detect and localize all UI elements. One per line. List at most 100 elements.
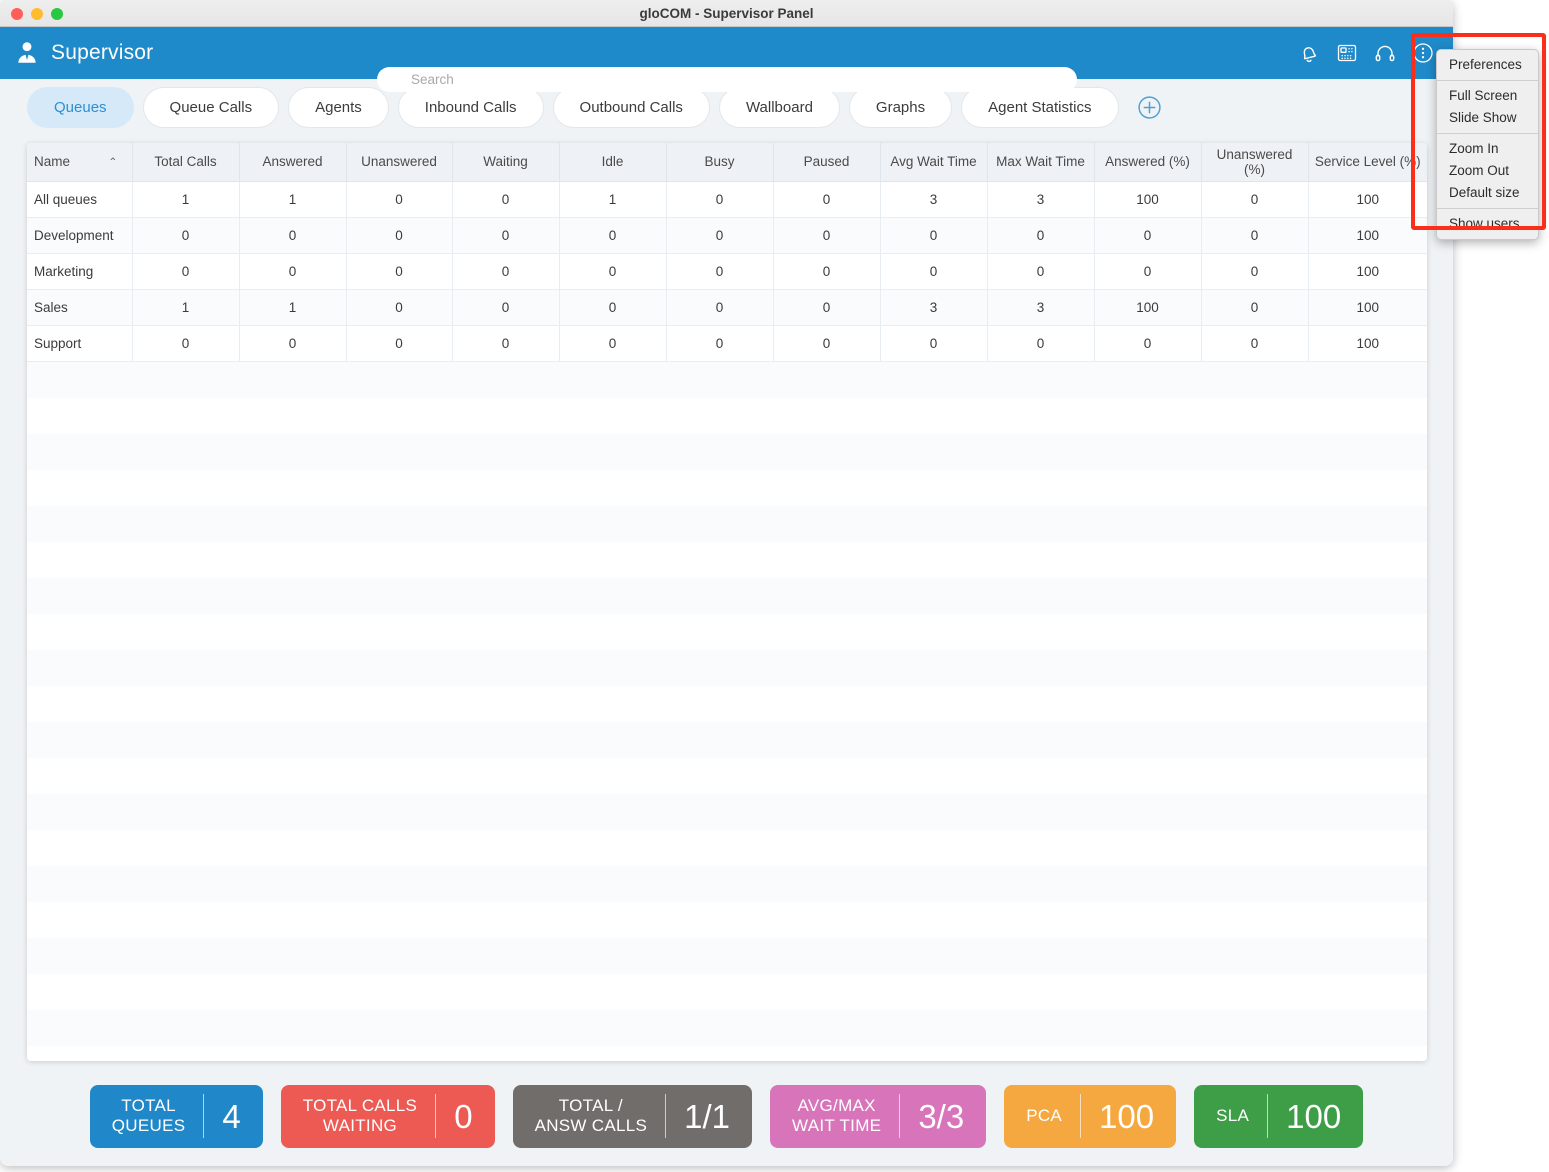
table-header-row: Name ⌃ Total Calls Answered Unanswered W… xyxy=(27,143,1427,182)
cell-busy: 0 xyxy=(666,217,774,254)
bell-icon[interactable] xyxy=(1297,41,1321,65)
menu-group-display: Full Screen Slide Show xyxy=(1437,83,1538,131)
app-header: Supervisor xyxy=(0,27,1453,92)
menu-separator xyxy=(1437,80,1538,81)
metric-avg-max-wait-time[interactable]: AVG/MAX WAIT TIME 3/3 xyxy=(770,1084,987,1148)
column-label: Answered xyxy=(262,154,323,170)
tab-queue-calls[interactable]: Queue Calls xyxy=(142,86,280,128)
table-row[interactable]: All queues 1 1 0 0 1 0 0 3 3 100 0 100 xyxy=(27,181,1427,218)
desk-phone-icon[interactable] xyxy=(1335,41,1359,65)
cell-waiting: 0 xyxy=(452,253,560,290)
metric-pca[interactable]: PCA 100 xyxy=(1004,1084,1177,1148)
cell-service-level-pct: 100 xyxy=(1308,217,1427,254)
tab-graphs[interactable]: Graphs xyxy=(848,86,953,128)
application-window: gloCOM - Supervisor Panel Supervisor Sea… xyxy=(0,0,1453,1166)
cell-unanswered-pct: 0 xyxy=(1201,253,1309,290)
metric-label: TOTAL QUEUES xyxy=(111,1096,186,1135)
cell-unanswered-pct: 0 xyxy=(1201,289,1309,326)
search-input[interactable] xyxy=(377,67,1077,92)
menu-item-show-users[interactable]: Show users xyxy=(1437,213,1538,235)
cell-answered: 0 xyxy=(239,253,347,290)
queues-table-container[interactable]: Name ⌃ Total Calls Answered Unanswered W… xyxy=(27,143,1427,1061)
column-header-total-calls[interactable]: Total Calls xyxy=(132,143,240,182)
column-label: Unanswered xyxy=(361,154,437,170)
column-header-idle[interactable]: Idle xyxy=(559,143,667,182)
cell-max-wait-time: 3 xyxy=(987,181,1095,218)
column-header-paused[interactable]: Paused xyxy=(773,143,881,182)
menu-item-default-size[interactable]: Default size xyxy=(1437,182,1538,204)
metric-total-answ-calls[interactable]: TOTAL / ANSW CALLS 1/1 xyxy=(512,1084,753,1148)
table-empty-row xyxy=(27,613,1427,650)
menu-item-zoom-in[interactable]: Zoom In xyxy=(1437,138,1538,160)
table-row[interactable]: Support 0 0 0 0 0 0 0 0 0 0 0 100 xyxy=(27,325,1427,362)
table-empty-row xyxy=(27,505,1427,542)
tab-outbound-calls[interactable]: Outbound Calls xyxy=(552,86,710,128)
metric-total-calls-waiting[interactable]: TOTAL CALLS WAITING 0 xyxy=(280,1084,495,1148)
headset-icon[interactable] xyxy=(1373,41,1397,65)
column-header-name[interactable]: Name ⌃ xyxy=(27,143,133,182)
menu-item-zoom-out[interactable]: Zoom Out xyxy=(1437,160,1538,182)
column-header-answered[interactable]: Answered xyxy=(239,143,347,182)
cell-avg-wait-time: 3 xyxy=(880,289,988,326)
column-header-service-level-pct[interactable]: Service Level (%) xyxy=(1308,143,1427,182)
column-header-unanswered[interactable]: Unanswered xyxy=(346,143,453,182)
table-empty-row xyxy=(27,361,1427,398)
table-empty-row xyxy=(27,757,1427,794)
metric-value: 0 xyxy=(454,1097,473,1135)
cell-service-level-pct: 100 xyxy=(1308,325,1427,362)
window-titlebar: gloCOM - Supervisor Panel xyxy=(0,0,1453,27)
menu-item-full-screen[interactable]: Full Screen xyxy=(1437,85,1538,107)
menu-item-slide-show[interactable]: Slide Show xyxy=(1437,107,1538,129)
cell-total-calls: 1 xyxy=(132,289,240,326)
more-options-icon[interactable] xyxy=(1411,41,1435,65)
table-empty-rows xyxy=(27,361,1427,1061)
menu-item-preferences[interactable]: Preferences xyxy=(1437,54,1538,76)
plus-circle-icon[interactable] xyxy=(1137,95,1162,120)
cell-waiting: 0 xyxy=(452,289,560,326)
options-dropdown-menu[interactable]: Preferences Full Screen Slide Show Zoom … xyxy=(1436,49,1539,240)
tab-wallboard[interactable]: Wallboard xyxy=(718,86,840,128)
cell-idle: 0 xyxy=(559,289,667,326)
table-empty-row xyxy=(27,793,1427,830)
table-row[interactable]: Marketing 0 0 0 0 0 0 0 0 0 0 0 100 xyxy=(27,253,1427,290)
table-empty-row xyxy=(27,541,1427,578)
cell-total-calls: 1 xyxy=(132,181,240,218)
app-title: Supervisor xyxy=(51,41,154,64)
table-row[interactable]: Development 0 0 0 0 0 0 0 0 0 0 0 100 xyxy=(27,217,1427,254)
cell-avg-wait-time: 0 xyxy=(880,253,988,290)
search-container[interactable] xyxy=(377,67,1077,92)
tab-label: Queues xyxy=(54,98,107,116)
tab-agent-statistics[interactable]: Agent Statistics xyxy=(961,86,1119,128)
column-header-unanswered-pct[interactable]: Unanswered (%) xyxy=(1201,143,1309,182)
cell-paused: 0 xyxy=(773,289,881,326)
tab-label: Agent Statistics xyxy=(988,98,1092,116)
column-header-waiting[interactable]: Waiting xyxy=(452,143,560,182)
column-label: Answered (%) xyxy=(1105,154,1190,170)
cell-unanswered-pct: 0 xyxy=(1201,181,1309,218)
column-header-max-wait-time[interactable]: Max Wait Time xyxy=(987,143,1095,182)
cell-answered: 0 xyxy=(239,217,347,254)
tab-agents[interactable]: Agents xyxy=(288,86,389,128)
metric-sla[interactable]: SLA 100 xyxy=(1194,1084,1364,1148)
cell-waiting: 0 xyxy=(452,181,560,218)
table-empty-row xyxy=(27,1009,1427,1046)
tab-inbound-calls[interactable]: Inbound Calls xyxy=(397,86,544,128)
metric-value: 4 xyxy=(222,1097,241,1135)
column-header-busy[interactable]: Busy xyxy=(666,143,774,182)
supervisor-avatar-icon xyxy=(14,40,40,66)
tab-label: Graphs xyxy=(875,98,926,116)
column-header-answered-pct[interactable]: Answered (%) xyxy=(1094,143,1202,182)
table-body: All queues 1 1 0 0 1 0 0 3 3 100 0 100 D… xyxy=(27,181,1427,362)
column-header-avg-wait-time[interactable]: Avg Wait Time xyxy=(880,143,988,182)
table-row[interactable]: Sales 1 1 0 0 0 0 0 3 3 100 0 100 xyxy=(27,289,1427,326)
cell-unanswered: 0 xyxy=(346,325,453,362)
cell-paused: 0 xyxy=(773,217,881,254)
cell-idle: 0 xyxy=(559,253,667,290)
menu-group-preferences: Preferences xyxy=(1437,52,1538,78)
app-root: gloCOM - Supervisor Panel Supervisor Sea… xyxy=(0,0,1549,1172)
metric-label: TOTAL / ANSW CALLS xyxy=(534,1096,648,1135)
cell-max-wait-time: 0 xyxy=(987,253,1095,290)
tab-queues[interactable]: Queues xyxy=(27,86,134,128)
metric-total-queues[interactable]: TOTAL QUEUES 4 xyxy=(89,1084,263,1148)
supervisor-identity: Supervisor xyxy=(14,40,153,66)
